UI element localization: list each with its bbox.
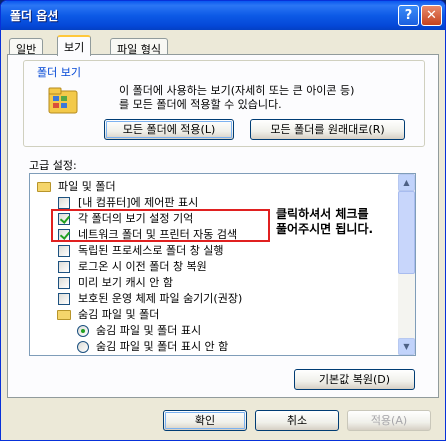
folder-views-description: 이 폴더에 사용하는 보기(자세히 또는 큰 아이콘 등) 를 모든 폴더에 적… (119, 84, 425, 112)
advanced-settings-label: 고급 설정: (29, 159, 77, 172)
list-item[interactable]: 숨김 파일 및 폴더 표시 안 함 (30, 339, 398, 355)
folder-icon (37, 182, 51, 192)
folder-options-dialog: 폴더 옵션 ? ✕ 일반 보기 파일 형식 폴더 보기 이 폴더에 사용하는 보… (0, 0, 446, 441)
window-title: 폴더 옵션 (10, 9, 59, 23)
list-item-label: 미리 보기 캐시 안 함 (78, 276, 173, 289)
description-line-1: 이 폴더에 사용하는 보기(자세히 또는 큰 아이콘 등) (119, 84, 355, 97)
list-item-label: 파일 및 폴더 (58, 180, 116, 193)
restore-defaults-button[interactable]: 기본값 복원(D) (294, 369, 415, 390)
radio-button[interactable] (77, 341, 89, 353)
folder-views-icon (48, 87, 78, 114)
checkbox[interactable] (58, 293, 70, 305)
tab-view[interactable]: 보기 (57, 35, 92, 56)
checkbox[interactable] (58, 197, 70, 209)
checkbox[interactable] (58, 261, 70, 273)
list-item[interactable]: 파일 및 폴더 (30, 179, 398, 195)
list-item[interactable]: 숨김 파일 및 폴더 (30, 307, 398, 323)
list-item[interactable]: 미리 보기 캐시 안 함 (30, 275, 398, 291)
annotation-note: 클릭하셔서 체크를 풀어주시면 됩니다. (276, 207, 373, 237)
annotation-line-2: 풀어주시면 됩니다. (276, 222, 374, 236)
list-item-label: 보호된 운영 체제 파일 숨기기(권장) (78, 292, 243, 305)
vertical-scrollbar[interactable]: ▲ ▼ (398, 174, 415, 355)
scroll-thumb[interactable] (398, 191, 415, 274)
help-button[interactable]: ? (398, 5, 419, 26)
cancel-button[interactable]: 취소 (255, 410, 339, 431)
title-bar[interactable]: 폴더 옵션 ? ✕ (1, 1, 445, 30)
list-item[interactable]: 숨김 파일 및 폴더 표시 (30, 323, 398, 339)
list-item-label: 숨김 파일 및 폴더 표시 (96, 324, 202, 337)
radio-button[interactable] (77, 325, 89, 337)
apply-button[interactable]: 적용(A) (347, 410, 431, 431)
folder-icon (57, 310, 71, 320)
list-item-label: 로그온 시 이전 폴더 창 복원 (78, 260, 207, 273)
list-item[interactable]: 보호된 운영 체제 파일 숨기기(권장) (30, 291, 398, 307)
scroll-down-icon[interactable]: ▼ (398, 338, 415, 355)
scroll-up-icon[interactable]: ▲ (398, 174, 415, 191)
list-item[interactable]: 로그온 시 이전 폴더 창 복원 (30, 259, 398, 275)
description-line-2: 를 모든 폴더에 적용할 수 있습니다. (119, 98, 282, 111)
checkbox[interactable] (58, 277, 70, 289)
list-item-label: 독립된 프로세스로 폴더 창 실행 (78, 244, 224, 257)
ok-button[interactable]: 확인 (163, 410, 247, 431)
list-item[interactable]: 독립된 프로세스로 폴더 창 실행 (30, 243, 398, 259)
advanced-settings-list[interactable]: 파일 및 폴더 [내 컴퓨터]에 제어판 표시 각 폴더의 보기 설정 기억 네… (29, 173, 416, 356)
folder-views-title: 폴더 보기 (33, 64, 85, 80)
list-item-label: 숨김 파일 및 폴더 표시 안 함 (96, 340, 229, 353)
tab-strip: 일반 보기 파일 형식 (7, 35, 441, 56)
reset-all-folders-button[interactable]: 모든 폴더를 원래대로(R) (250, 119, 405, 140)
close-button[interactable]: ✕ (421, 5, 442, 26)
checkbox[interactable] (58, 245, 70, 257)
list-item-label: 숨김 파일 및 폴더 (78, 308, 160, 321)
red-highlight-box (51, 209, 270, 242)
apply-to-all-folders-button[interactable]: 모든 폴더에 적용(L) (104, 119, 234, 140)
annotation-line-1: 클릭하셔서 체크를 (276, 207, 369, 221)
